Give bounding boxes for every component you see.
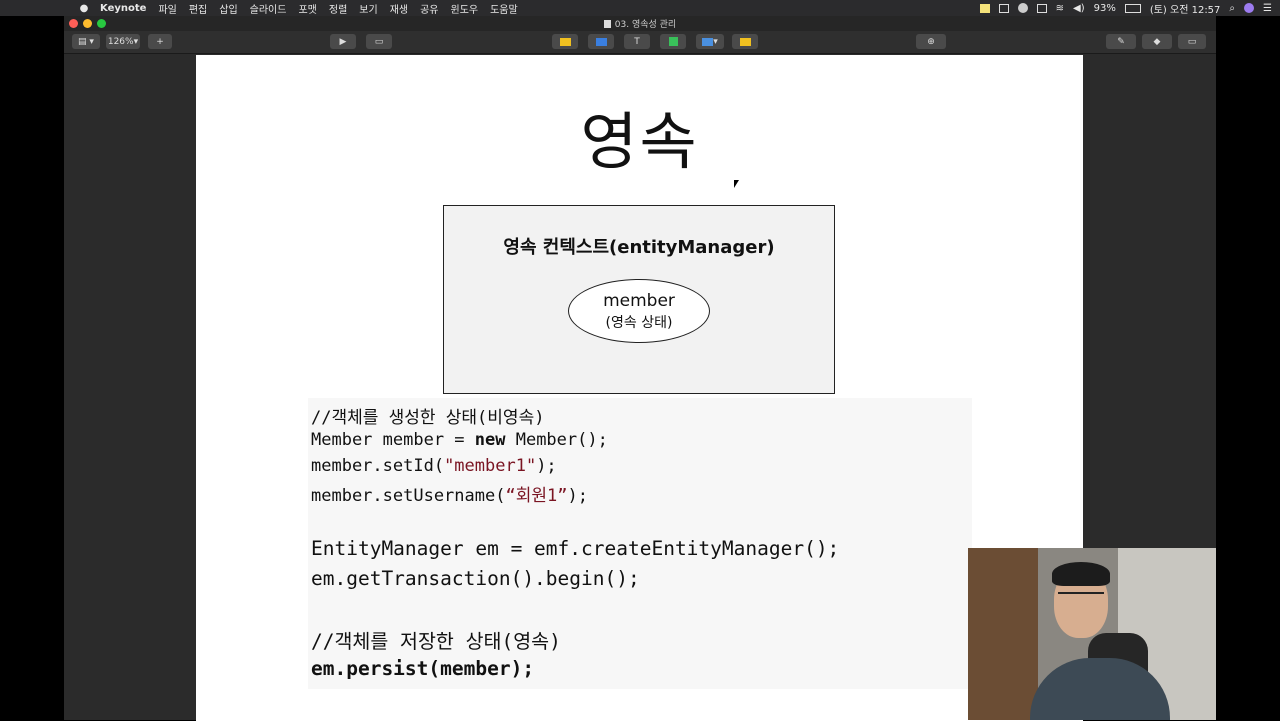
view-button[interactable]: ▤ ▾ [72, 34, 100, 49]
menu-arrange[interactable]: 정렬 [329, 1, 347, 16]
format-button[interactable]: ✎ [1106, 34, 1136, 49]
collaborate-button[interactable]: ⊕ [916, 34, 946, 49]
media-button[interactable]: ▾ [696, 34, 724, 49]
screen-icon[interactable] [998, 3, 1009, 13]
keynote-live-button[interactable]: ▭ [366, 34, 392, 49]
code-comment-line: //객체를 저장한 상태(영속) [311, 630, 561, 653]
menu-bar: ● Keynote 파일 편집 삽입 슬라이드 포맷 정렬 보기 재생 공유 윈… [0, 0, 1280, 16]
sync-icon[interactable] [1017, 3, 1028, 13]
code-comment-line: //객체를 생성한 상태(비영속) [311, 408, 545, 428]
apple-icon[interactable]: ● [78, 3, 90, 14]
shape-button[interactable] [660, 34, 686, 49]
entity-ellipse: member (영속 상태) [568, 279, 710, 343]
code-line: member.setId("member1"); [311, 456, 557, 476]
volume-icon[interactable]: ◀) [1073, 3, 1085, 14]
siri-icon[interactable] [1244, 3, 1255, 13]
menu-window[interactable]: 윈도우 [451, 1, 479, 16]
code-line: member.setUsername(“회원1”); [311, 486, 588, 506]
menu-slide[interactable]: 슬라이드 [250, 1, 287, 16]
zoom-select[interactable]: 126% ▾ [106, 34, 140, 49]
play-button[interactable]: ▶ [330, 34, 356, 49]
document-button[interactable]: ▭ [1178, 34, 1206, 49]
battery-icon[interactable] [1124, 3, 1141, 13]
clock[interactable]: (토) 오전 12:57 [1150, 1, 1221, 16]
battery-percent: 93% [1093, 2, 1116, 14]
chart-button[interactable] [588, 34, 614, 49]
menu-view[interactable]: 보기 [359, 1, 377, 16]
persistence-context-label: 영속 컨텍스트(entityManager) [503, 237, 775, 258]
code-line: EntityManager em = emf.createEntityManag… [311, 537, 840, 560]
code-line: em.getTransaction().begin(); [311, 567, 640, 590]
menu-format[interactable]: 포맷 [298, 1, 316, 16]
add-slide-button[interactable]: + [148, 34, 172, 49]
entity-name: member [603, 291, 675, 311]
note-icon[interactable] [979, 3, 990, 13]
code-line: Member member = new Member(); [311, 430, 608, 450]
menu-help[interactable]: 도움말 [490, 1, 518, 16]
wifi-icon[interactable]: ≋ [1056, 3, 1064, 14]
slide-title: 영속 [580, 105, 699, 178]
list-icon[interactable]: ☰ [1263, 3, 1272, 14]
webcam-shelf [968, 548, 1038, 720]
window-title: 03. 영속성 관리 [64, 17, 1216, 30]
code-line: em.persist(member); [311, 657, 535, 680]
search-icon[interactable]: ⌕ [1229, 3, 1235, 14]
persistence-context-box: 영속 컨텍스트(entityManager) member (영속 상태) [443, 205, 835, 394]
comment-button[interactable] [732, 34, 758, 49]
webcam-person-glasses [1058, 592, 1104, 606]
entity-state: (영속 상태) [605, 315, 673, 331]
slide[interactable]: 영속 영속 컨텍스트(entityManager) member (영속 상태)… [196, 55, 1083, 721]
status-area: ≋ ◀) 93% (토) 오전 12:57 ⌕ ☰ [979, 0, 1272, 16]
grid-icon[interactable] [1036, 3, 1047, 13]
menu-share[interactable]: 공유 [420, 1, 438, 16]
menu-file[interactable]: 파일 [158, 1, 176, 16]
menu-edit[interactable]: 편집 [189, 1, 207, 16]
table-button[interactable] [552, 34, 578, 49]
menu-insert[interactable]: 삽입 [219, 1, 237, 16]
toolbar: ▤ ▾ 126% ▾ + ▶ ▭ T ▾ ⊕ ✎ ◆ ▭ [64, 31, 1216, 54]
document-icon [603, 20, 611, 28]
text-button[interactable]: T [624, 34, 650, 49]
code-block: //객체를 생성한 상태(비영속) Member member = new Me… [308, 398, 972, 689]
menu-play[interactable]: 재생 [390, 1, 408, 16]
webcam-person-hair [1052, 562, 1110, 586]
mouse-cursor-icon [734, 180, 739, 188]
animate-button[interactable]: ◆ [1142, 34, 1172, 49]
webcam-overlay [968, 548, 1216, 720]
menu-app-name[interactable]: Keynote [100, 3, 146, 14]
